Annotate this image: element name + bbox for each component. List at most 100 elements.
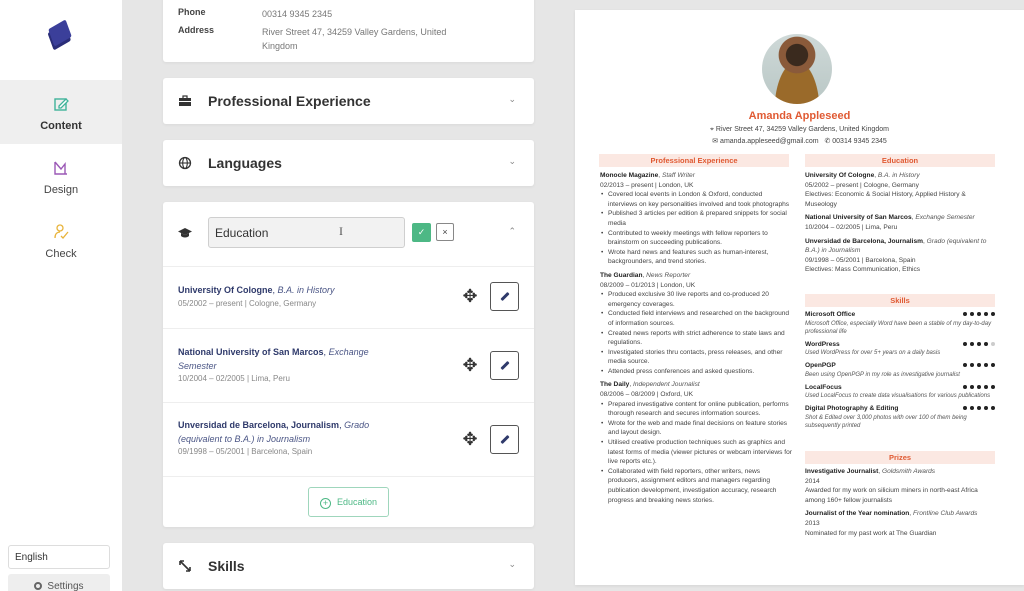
education-item-details: 09/1998 – 05/2001 | Barcelona, Spain — [178, 447, 313, 456]
education-item[interactable]: University Of Cologne, B.A. in History 0… — [163, 266, 534, 328]
education-item-details: 10/2004 – 02/2005 | Lima, Peru — [178, 374, 290, 383]
prize-org: Goldsmith Awards — [881, 468, 936, 475]
education-item-title: Unversidad de Barcelona, Journalism, Gra… — [178, 420, 370, 444]
chevron-down-icon[interactable]: ⌄ — [508, 559, 516, 570]
entry-title: The Guardian, News Reporter — [600, 271, 691, 279]
design-icon — [54, 161, 67, 175]
education-item[interactable]: Unversidad de Barcelona, Journalism, Gra… — [163, 402, 534, 476]
resume-skills-list: Microsoft Office Microsoft Office, especi… — [805, 310, 995, 434]
skill-description: Used WordPress for over 5+ years on a da… — [805, 350, 941, 357]
phone-value[interactable]: 00314 9345 2345 — [262, 7, 462, 21]
skill-name: WordPress — [805, 340, 840, 348]
chevron-up-icon[interactable]: ⌃ — [508, 226, 516, 237]
drag-handle-icon[interactable]: ✥ — [460, 355, 480, 375]
expand-arrows-icon — [178, 559, 192, 573]
entry-meta: 09/1998 – 05/2001 | Barcelona, Spain — [805, 256, 916, 264]
nav-design[interactable]: Design — [0, 144, 122, 208]
education-item-title: University Of Cologne, B.A. in History — [178, 285, 335, 295]
bullet-item: Wrote for the web and made final decisio… — [600, 419, 792, 438]
drag-handle-icon[interactable]: ✥ — [460, 429, 480, 449]
rating-dot-filled — [977, 341, 981, 346]
prize-year: 2014 — [805, 477, 820, 485]
entry-role: Staff Writer — [661, 172, 695, 179]
bullet-item: Contributed to weekly meetings with fell… — [600, 229, 792, 248]
edit-button[interactable] — [490, 425, 519, 454]
bullet-item: Utilised creative production techniques … — [600, 438, 792, 467]
education-item-title: National University of San Marcos, Excha… — [178, 347, 369, 371]
language-select[interactable]: English — [8, 545, 110, 569]
app-logo[interactable] — [48, 19, 72, 47]
profile-photo — [762, 34, 832, 104]
scroll-gutter — [540, 0, 554, 591]
resume-heading-prizes: Prizes — [805, 451, 995, 464]
section-languages[interactable]: Languages ⌄ — [163, 140, 534, 186]
section-skills[interactable]: Skills ⌄ — [163, 543, 534, 589]
nav-content-label: Content — [40, 120, 82, 132]
skill-rating — [960, 361, 995, 371]
text-cursor-icon: I — [339, 224, 343, 238]
skill-name: LocalFocus — [805, 383, 842, 391]
chevron-down-icon[interactable]: ⌄ — [508, 94, 516, 105]
section-title: Languages — [208, 155, 282, 171]
resume-heading-education: Education — [805, 154, 995, 167]
globe-icon — [178, 156, 192, 170]
entry-school: National University of San Marcos — [805, 214, 912, 222]
edit-button[interactable] — [490, 351, 519, 380]
resume-email: amanda.appleseed@gmail.com — [720, 138, 819, 145]
bullet-item: Prepared investigative content for onlin… — [600, 400, 792, 419]
rating-dot-filled — [963, 384, 967, 389]
entry-role: News Reporter — [646, 271, 691, 279]
cancel-button[interactable]: × — [436, 223, 454, 241]
resume-heading-experience: Professional Experience — [599, 154, 789, 167]
prize-org: Frontline Club Awards — [912, 510, 978, 518]
plus-circle-icon: + — [319, 498, 331, 509]
resume-experience-entry: Monocle Magazine, Staff Writer 02/2013 – … — [600, 171, 792, 267]
entry-meta: 08/2006 – 08/2009 | Oxford, UK — [600, 391, 693, 399]
school-name: National University of San Marcos — [178, 347, 324, 357]
skill-name: Digital Photography & Editing — [805, 405, 899, 413]
resume-address-line: ⌖ River Street 47, 34259 Valley Gardens,… — [575, 126, 1024, 134]
rating-dot-filled — [977, 312, 981, 316]
entry-org: Monocle Magazine — [600, 172, 659, 179]
entry-degree: B.A. in History — [877, 172, 920, 179]
chevron-down-icon[interactable]: ⌄ — [508, 156, 516, 167]
edit-button[interactable] — [490, 282, 519, 311]
skill-rating — [960, 383, 995, 393]
settings-button[interactable]: Settings — [8, 574, 110, 591]
edit-icon — [54, 98, 69, 111]
entry-meta: 10/2004 – 02/2005 | Lima, Peru — [805, 223, 898, 231]
address-value[interactable]: River Street 47, 34259 Valley Gardens, U… — [262, 25, 462, 53]
settings-label: Settings — [47, 581, 84, 591]
pencil-icon — [500, 291, 510, 302]
entry-school: University Of Cologne — [805, 172, 875, 179]
rating-dot-filled — [963, 363, 967, 368]
rating-dot-filled — [991, 363, 995, 368]
skill-name: OpenPGP — [805, 362, 836, 370]
resume-heading-skills: Skills — [805, 294, 995, 307]
resume-education-list: University Of Cologne, B.A. in History 05… — [805, 171, 995, 279]
section-professional-experience[interactable]: Professional Experience ⌄ — [163, 78, 534, 124]
entry-meta: 08/2009 – 01/2013 | London, UK — [600, 281, 696, 289]
section-education: I ✓ × ⌃ University Of Cologne, B.A. in H… — [163, 202, 534, 527]
resume-experience-entry: The Daily, Independent Journalist 08/2006… — [600, 380, 792, 505]
confirm-button[interactable]: ✓ — [412, 223, 431, 242]
resume-name: Amanda Appleseed — [748, 110, 851, 122]
contact-card: Phone 00314 9345 2345 Address River Stre… — [163, 0, 534, 62]
nav-content[interactable]: Content — [0, 80, 122, 144]
rating-dot-filled — [991, 312, 995, 316]
bullet-item: Conducted field interviews and researche… — [600, 309, 792, 328]
entry-degree: Exchange Semester — [915, 214, 975, 222]
graduation-cap-icon — [178, 226, 192, 244]
resume-education-entry: University Of Cologne, B.A. in History 05… — [805, 171, 995, 209]
drag-handle-icon[interactable]: ✥ — [460, 286, 480, 306]
add-education-label: Education — [336, 497, 378, 507]
resume-preview: Amanda Appleseed ⌖ River Street 47, 3425… — [575, 10, 1024, 585]
skill-description: Been using OpenPGP in my role as investi… — [805, 371, 960, 378]
section-title-input[interactable] — [208, 217, 405, 248]
add-education-button[interactable]: + Education — [308, 487, 389, 517]
education-item[interactable]: National University of San Marcos, Excha… — [163, 328, 534, 402]
resume-skill: OpenPGP Been using OpenPGP in my role as … — [805, 361, 995, 379]
rating-dot-filled — [963, 341, 967, 346]
pencil-icon — [500, 434, 510, 445]
nav-check[interactable]: Check — [0, 208, 122, 272]
